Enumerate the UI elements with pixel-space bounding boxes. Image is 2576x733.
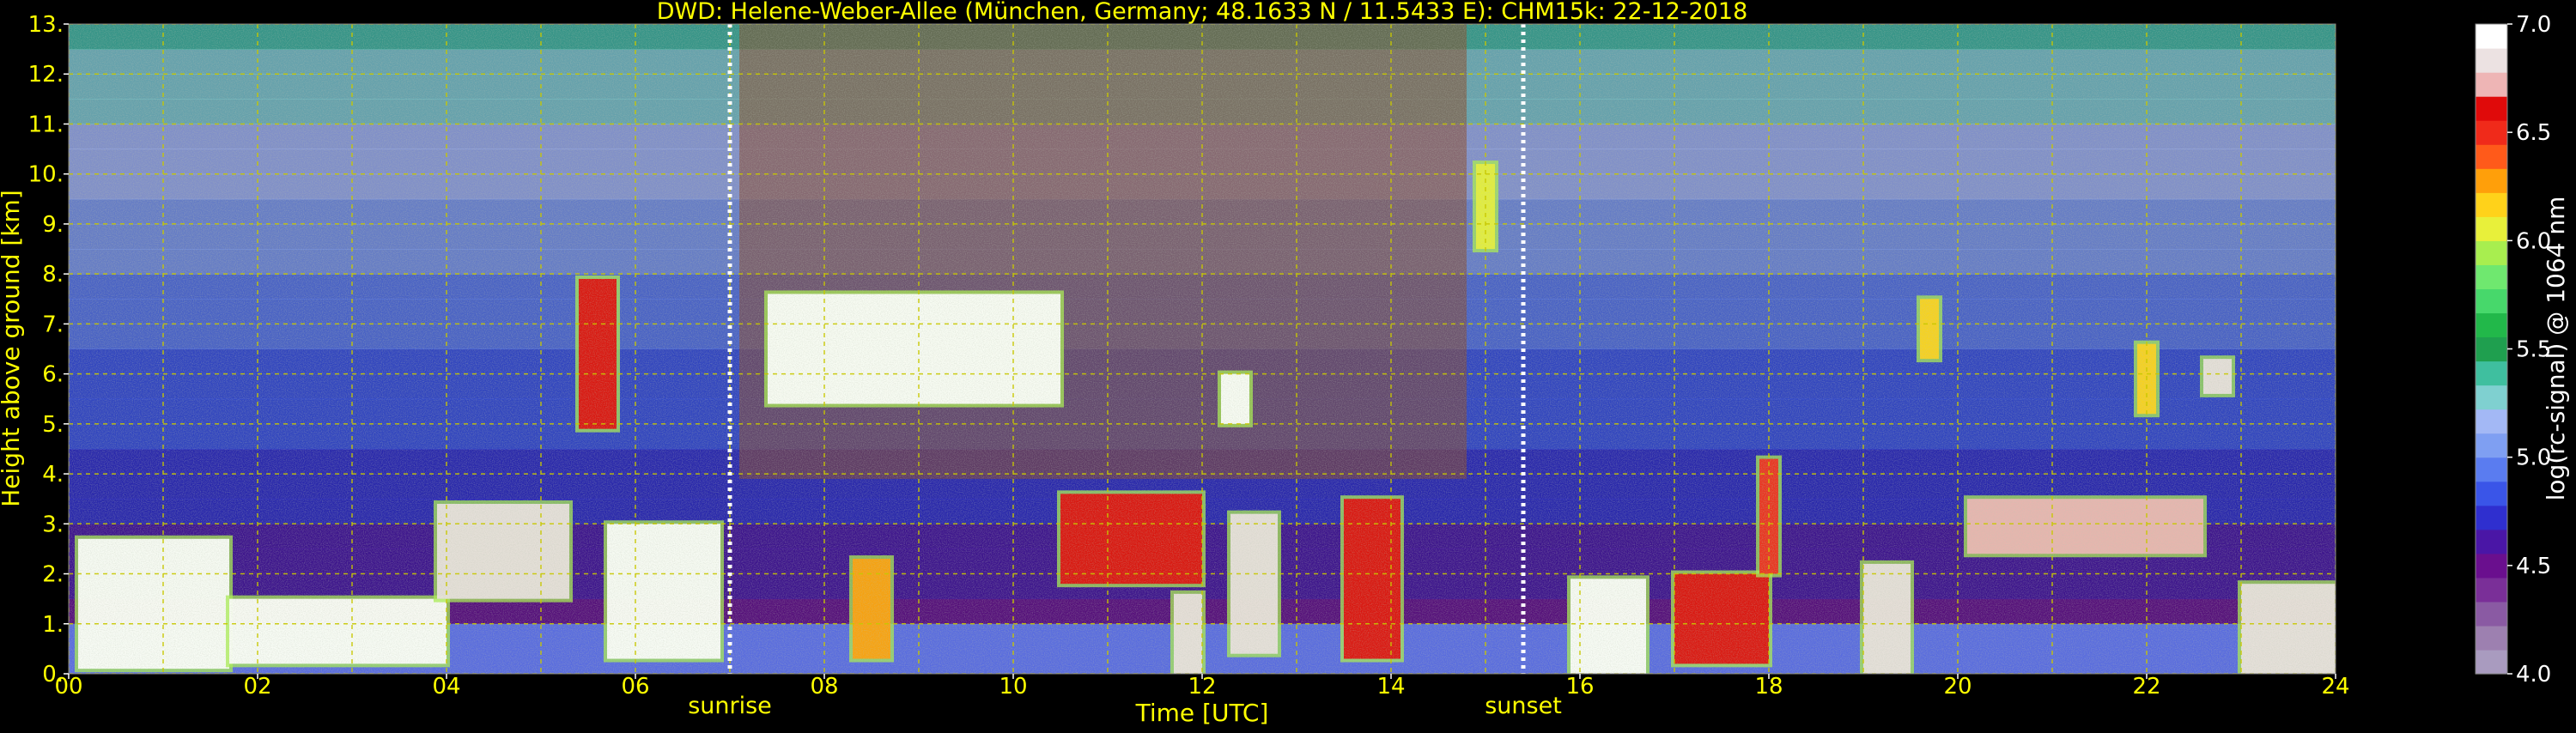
colorbar-segment [2476,457,2507,482]
colorbar-label: log(rc-signal) @ 1064 nm [2542,197,2570,501]
plot-area [69,24,2336,674]
y-tick-label: 1. [42,612,64,638]
y-tick-label: 8. [42,262,64,288]
annotation-label: sunrise [688,693,772,719]
y-tick-label: 13. [28,12,64,38]
colorbar-segment [2476,48,2507,73]
colorbar-segment [2476,240,2507,265]
colorbar-segment [2476,168,2507,193]
colorbar-segment [2476,481,2507,506]
x-tick-label: 04 [432,674,460,700]
y-tick-label: 11. [28,112,64,137]
colorbar-segment [2476,216,2507,241]
x-tick-label: 14 [1376,674,1405,700]
x-axis-ticks: 00 02 04 06 08 10 12 14 16 18 20 22 24 [54,674,2350,700]
colorbar-segment [2476,120,2507,145]
y-tick-label: 9. [42,212,64,238]
colorbar-segment [2476,553,2507,579]
x-tick-label: 12 [1188,674,1216,700]
x-tick-label: 02 [243,674,271,700]
x-tick-label: 18 [1754,674,1783,700]
x-tick-label: 20 [1943,674,1971,700]
x-tick-label: 10 [999,674,1027,700]
colorbar-segment [2476,312,2507,338]
y-tick-label: 3. [42,512,64,537]
colorbar-segment [2476,625,2507,651]
y-tick-label: 7. [42,312,64,337]
y-axis-ticks: 0.1.2.3.4.5.6.7.8.9.10.11.12.13. [28,12,69,688]
colorbar-segment [2476,192,2507,217]
y-tick-label: 5. [42,412,64,438]
annotation-label: sunset [1485,693,1562,719]
x-axis-label: Time [UTC] [1135,699,1269,727]
y-tick-label: 12. [28,62,64,88]
colorbar-segment [2476,360,2507,386]
colorbar-segment [2476,288,2507,314]
x-tick-label: 08 [810,674,838,700]
colorbar-segment [2476,96,2507,121]
colorbar-segment [2476,505,2507,530]
colorbar-segment [2476,529,2507,554]
colorbar-tick-label: 4.5 [2516,554,2551,579]
x-tick-label: 24 [2321,674,2349,700]
x-tick-label: 06 [621,674,649,700]
y-axis-label: Height above ground [km] [0,190,25,507]
colorbar [2475,23,2508,675]
colorbar-tick-label: 6.5 [2516,120,2551,146]
colorbar-segment [2476,577,2507,603]
x-tick-label: 16 [1565,674,1594,700]
colorbar-segment [2476,433,2507,458]
colorbar-segment [2476,144,2507,169]
colorbar-segment [2476,336,2507,362]
colorbar-tick-label: 4.0 [2516,662,2551,688]
colorbar-tick-label: 7.0 [2516,12,2551,38]
colorbar-segment [2476,385,2507,410]
y-tick-label: 10. [28,162,64,188]
colorbar-segment [2476,24,2507,49]
colorbar-segment [2476,601,2507,627]
y-tick-label: 2. [42,562,64,588]
chart-title: DWD: Helene-Weber-Allee (München, German… [657,0,1748,25]
colorbar-segment [2476,264,2507,290]
colorbar-segment [2476,649,2507,675]
chart-svg: DWD: Helene-Weber-Allee (München, German… [0,0,2570,727]
x-tick-label: 22 [2132,674,2160,700]
x-tick-label: 00 [54,674,82,700]
colorbar-segment [2476,72,2507,97]
y-tick-label: 4. [42,462,64,488]
colorbar-segment [2476,409,2507,434]
y-tick-label: 6. [42,362,64,388]
ceilometer-chart: DWD: Helene-Weber-Allee (München, German… [0,0,2576,730]
